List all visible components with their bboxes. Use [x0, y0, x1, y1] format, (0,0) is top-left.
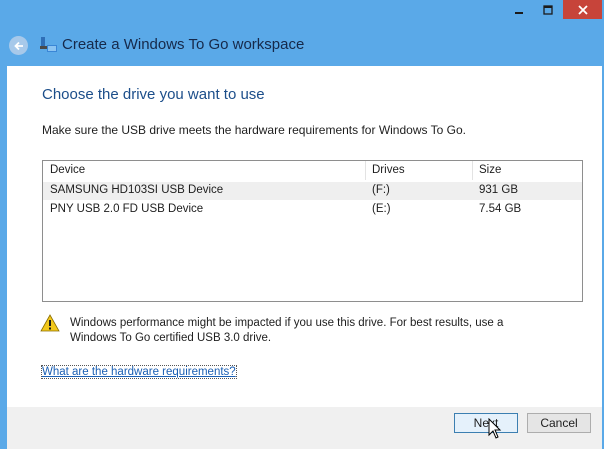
close-button[interactable]: [563, 0, 602, 19]
column-header-drives[interactable]: Drives: [372, 164, 405, 176]
list-item[interactable]: PNY USB 2.0 FD USB Device (E:) 7.54 GB: [43, 201, 582, 219]
cancel-button[interactable]: Cancel: [527, 413, 591, 433]
column-divider: [365, 161, 366, 180]
drive-letter: (E:): [372, 203, 391, 215]
minimize-icon: [515, 11, 523, 14]
close-icon: [577, 4, 588, 15]
windows-to-go-icon: [40, 37, 57, 52]
back-arrow-icon: [13, 41, 23, 50]
warning-triangle-icon: [40, 314, 60, 332]
warning-message: Windows performance might be impacted if…: [70, 317, 504, 344]
wizard-content: Choose the drive you want to use Make su…: [7, 66, 602, 407]
hardware-requirements-link[interactable]: What are the hardware requirements?: [41, 365, 237, 379]
button-bar: Next Cancel: [7, 407, 602, 449]
next-button[interactable]: Next: [454, 413, 518, 433]
list-header: Device Drives Size: [43, 161, 582, 180]
device-name: PNY USB 2.0 FD USB Device: [50, 203, 204, 215]
column-header-device[interactable]: Device: [50, 164, 85, 176]
drive-size: 931 GB: [479, 184, 518, 196]
title-bar: Create a Windows To Go workspace: [0, 0, 604, 66]
drive-list[interactable]: Device Drives Size SAMSUNG HD103SI USB D…: [42, 160, 583, 302]
column-header-size[interactable]: Size: [479, 164, 501, 176]
maximize-button[interactable]: [535, 0, 561, 19]
maximize-icon: [543, 4, 553, 15]
drive-size: 7.54 GB: [479, 203, 522, 215]
column-divider: [472, 161, 473, 180]
mouse-pointer-icon: [488, 418, 502, 439]
back-button[interactable]: [9, 36, 28, 55]
minimize-button[interactable]: [506, 0, 532, 19]
page-heading: Choose the drive you want to use: [42, 86, 265, 103]
device-name: SAMSUNG HD103SI USB Device: [50, 184, 224, 196]
window-title: Create a Windows To Go workspace: [62, 36, 305, 53]
instruction-text: Make sure the USB drive meets the hardwa…: [42, 123, 466, 137]
list-item[interactable]: SAMSUNG HD103SI USB Device (F:) 931 GB: [43, 182, 582, 200]
drive-letter: (F:): [372, 184, 390, 196]
